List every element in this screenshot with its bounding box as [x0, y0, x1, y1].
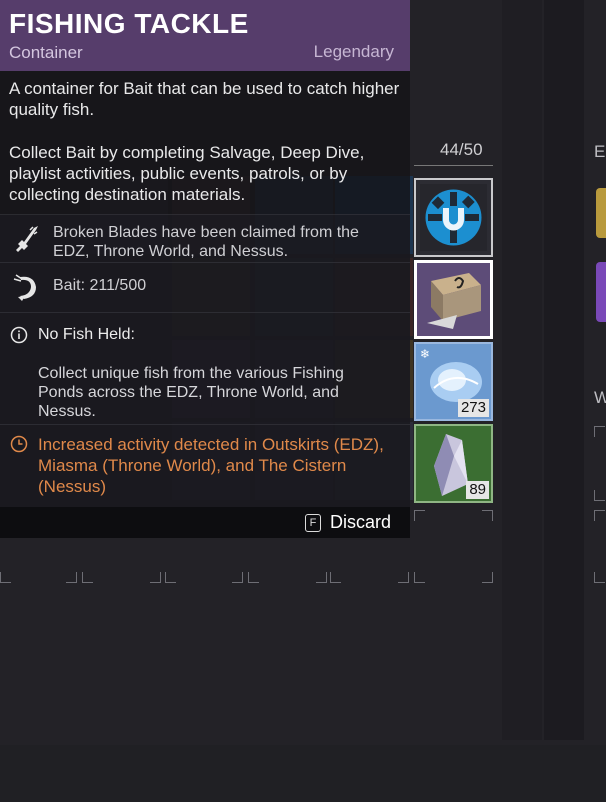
empty-slot-bracket — [594, 572, 605, 583]
empty-slot-bracket — [414, 572, 425, 583]
fish-header: No Fish Held: — [38, 326, 135, 343]
clock-icon — [10, 435, 28, 453]
tooltip-body: A container for Bait that can be used to… — [0, 71, 410, 508]
empty-slot-bracket — [232, 572, 243, 583]
empty-slot-bracket — [594, 510, 605, 521]
empty-slot-bracket — [248, 572, 259, 583]
blue-emblem-slot[interactable] — [414, 178, 493, 257]
tooltip-header: FISHING TACKLE Container Legendary — [0, 0, 410, 71]
blue-seal-icon — [420, 184, 487, 251]
empty-slot-bracket — [150, 572, 161, 583]
empty-slot-bracket — [482, 572, 493, 583]
item-tooltip: FISHING TACKLE Container Legendary A con… — [0, 0, 410, 538]
info-icon — [10, 326, 28, 344]
empty-slot-bracket — [414, 510, 425, 521]
perk-row: Broken Blades have been claimed from the… — [0, 214, 410, 263]
item-title: FISHING TACKLE — [9, 8, 249, 39]
fish-text: Collect unique fish from the various Fis… — [38, 365, 344, 420]
empty-slot-bracket — [594, 490, 605, 501]
broken-blade-icon — [16, 226, 38, 252]
stack-count: 89 — [466, 481, 489, 499]
side-label: W — [594, 388, 606, 407]
bottom-bar — [0, 745, 606, 802]
item-rarity: Legendary — [313, 42, 394, 61]
empty-slot-bracket — [165, 572, 176, 583]
discard-button[interactable]: Discard — [330, 512, 391, 533]
side-label: E — [594, 142, 606, 161]
crystal-shard-slot[interactable]: 89 — [414, 424, 493, 503]
svg-text:❄: ❄ — [420, 347, 430, 361]
counter-underline — [414, 165, 493, 166]
keybind-f: F — [305, 514, 321, 532]
item-description: A container for Bait that can be used to… — [9, 79, 400, 119]
column-divider — [544, 0, 584, 740]
empty-slot-bracket — [82, 572, 93, 583]
inventory-counter: 44/50 — [440, 140, 483, 159]
tooltip-footer: F Discard — [0, 507, 410, 538]
alert-text: Increased activity detected in Outskirts… — [38, 435, 384, 496]
empty-slot-bracket — [594, 426, 605, 437]
partial-item-purple[interactable] — [596, 262, 606, 322]
empty-slot-bracket — [482, 510, 493, 521]
empty-slot-bracket — [330, 572, 341, 583]
column-divider — [502, 0, 542, 740]
empty-slot-bracket — [66, 572, 77, 583]
bait-count: Bait: 211/500 — [53, 277, 147, 294]
empty-slot-bracket — [316, 572, 327, 583]
item-description: Collect Bait by completing Salvage, Deep… — [9, 143, 365, 204]
perk-text: Broken Blades have been claimed from the… — [53, 224, 359, 260]
alert-section: Increased activity detected in Outskirts… — [0, 424, 410, 508]
item-type: Container — [9, 43, 83, 62]
empty-slot-bracket — [0, 572, 11, 583]
ice-crystal-slot[interactable]: ❄ 273 — [414, 342, 493, 421]
empty-slot-bracket — [398, 572, 409, 583]
fish-section: No Fish Held: Collect unique fish from t… — [0, 312, 410, 425]
perk-row: Bait: 211/500 — [0, 262, 410, 313]
tackle-box-slot[interactable] — [414, 260, 493, 339]
shrimp-bait-icon — [13, 274, 36, 301]
stack-count: 273 — [457, 399, 489, 417]
partial-item-gold[interactable] — [596, 188, 606, 238]
tackle-box-icon — [417, 263, 490, 336]
